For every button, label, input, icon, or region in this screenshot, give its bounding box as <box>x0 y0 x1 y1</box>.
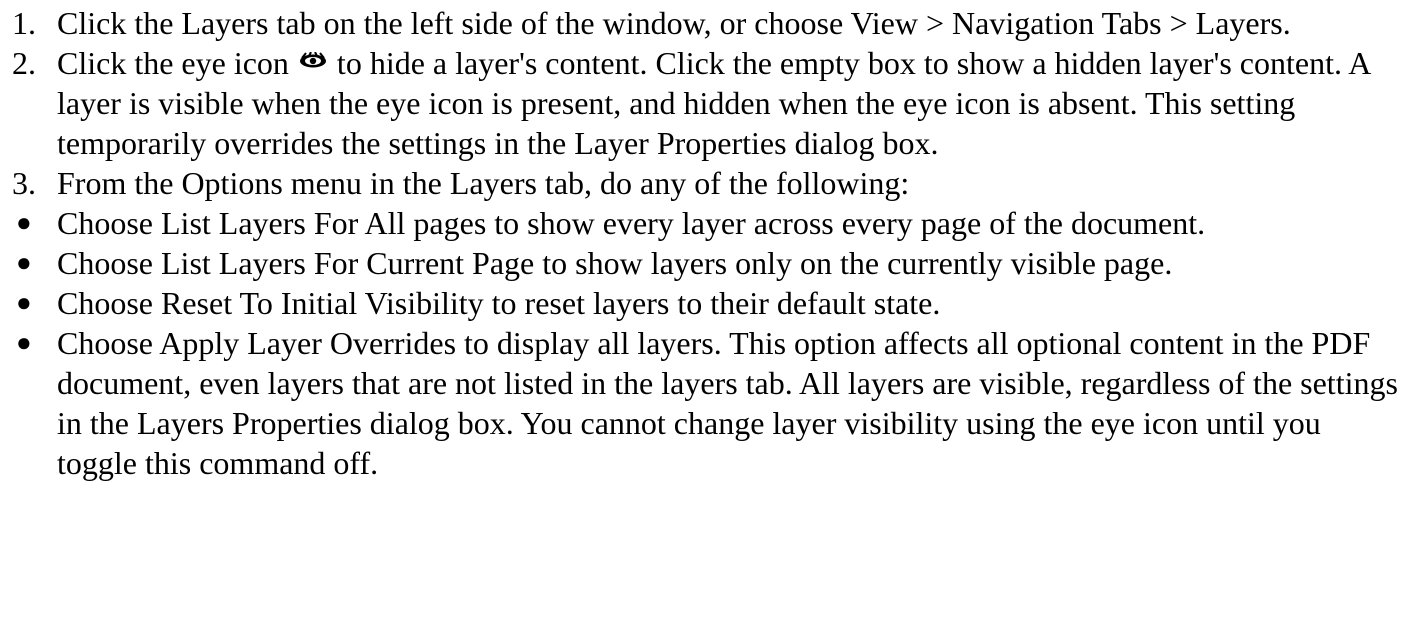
step-number: 2. <box>12 45 36 81</box>
step-text: Click the Layers tab on the left side of… <box>57 5 1291 41</box>
step-number: 1. <box>12 5 36 41</box>
step-1: 1. Click the Layers tab on the left side… <box>0 3 1414 43</box>
step-text: From the Options menu in the Layers tab,… <box>57 165 910 201</box>
bullet-text: Choose List Layers For All pages to show… <box>57 205 1206 241</box>
bullet-item: ● Choose List Layers For Current Page to… <box>0 243 1414 283</box>
bullet-item: ● Choose Apply Layer Overrides to displa… <box>0 323 1414 483</box>
instructions-document: 1. Click the Layers tab on the left side… <box>0 0 1414 629</box>
bullet-text: Choose Reset To Initial Visibility to re… <box>57 285 941 321</box>
bullet-item: ● Choose Reset To Initial Visibility to … <box>0 283 1414 323</box>
eye-icon <box>299 52 326 68</box>
bullet-marker: ● <box>16 208 32 237</box>
bullet-marker: ● <box>16 288 32 317</box>
bullet-marker: ● <box>16 248 32 277</box>
step-2: 2. Click the eye icon to hide a layer's … <box>0 43 1414 163</box>
bullet-marker: ● <box>16 328 32 357</box>
step-text-before-icon: Click the eye icon <box>57 45 289 81</box>
bullet-text: Choose List Layers For Current Page to s… <box>57 245 1173 281</box>
step-number: 3. <box>12 165 36 201</box>
step-3: 3. From the Options menu in the Layers t… <box>0 163 1414 203</box>
bullet-item: ● Choose List Layers For All pages to sh… <box>0 203 1414 243</box>
bullet-text: Choose Apply Layer Overrides to display … <box>57 325 1398 481</box>
